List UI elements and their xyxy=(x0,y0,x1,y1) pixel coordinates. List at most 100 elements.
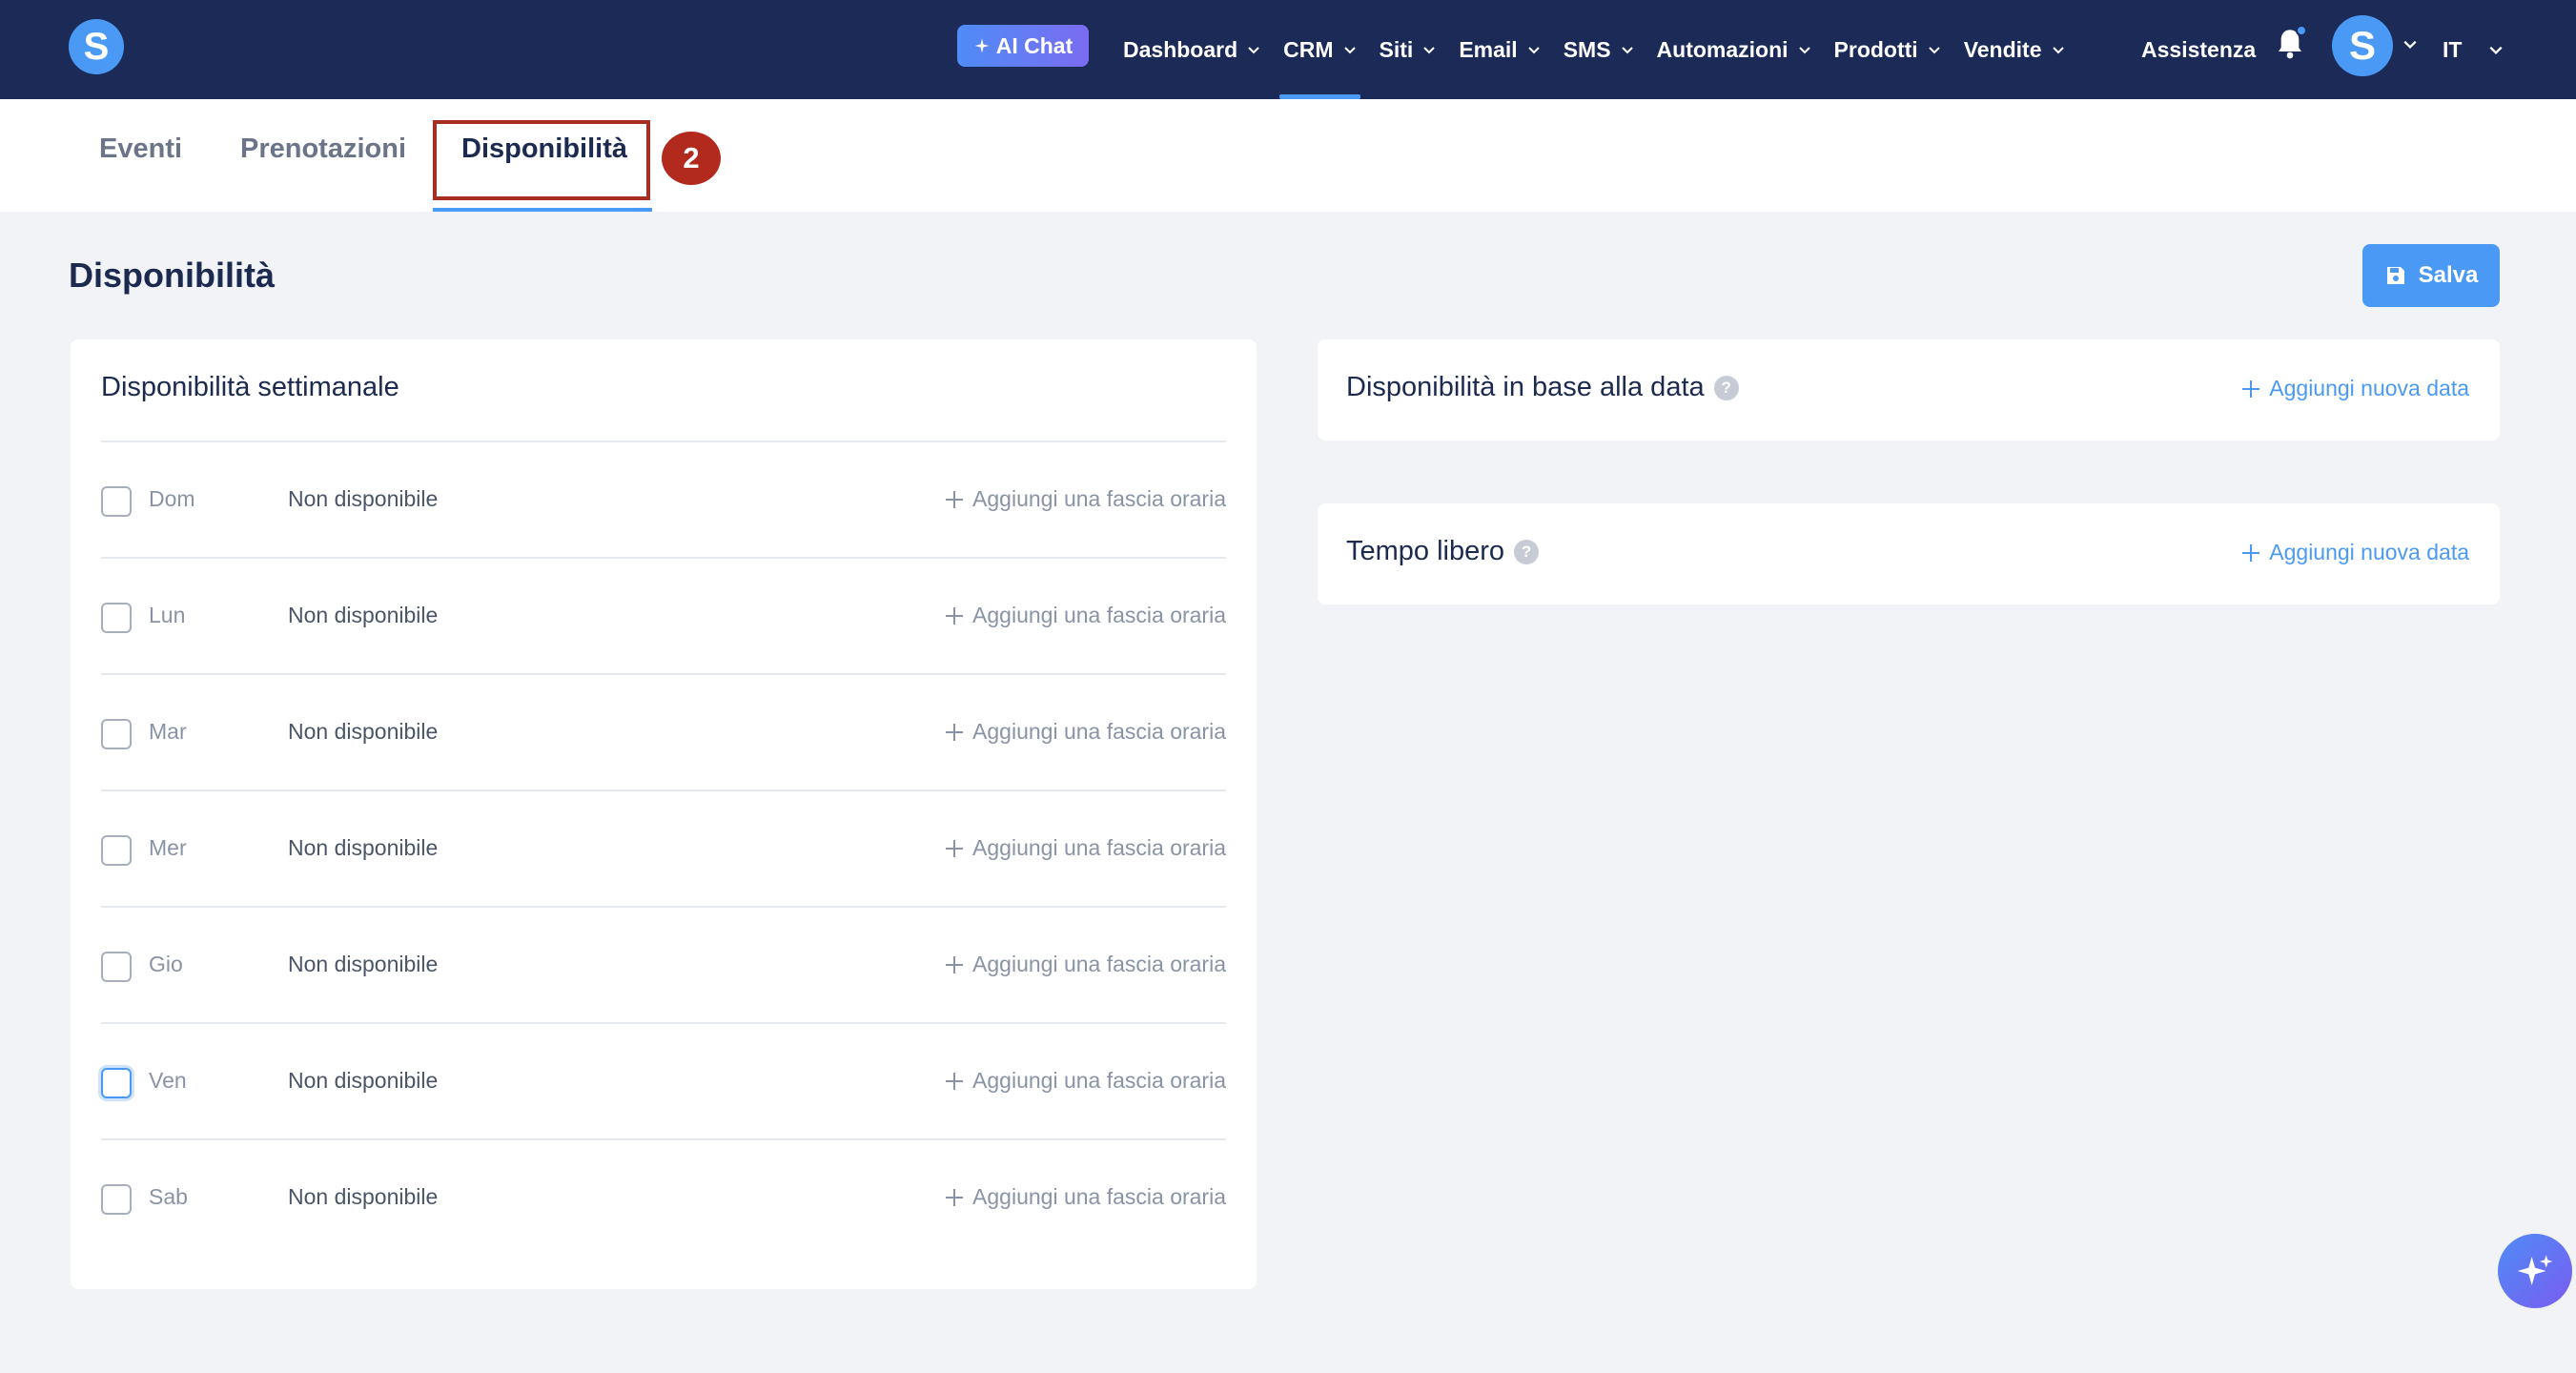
day-checkbox[interactable] xyxy=(101,719,132,749)
chevron-down-icon xyxy=(1423,47,1436,54)
nav-sms[interactable]: SMS xyxy=(1552,0,1646,99)
help-icon[interactable]: ? xyxy=(1514,539,1540,564)
day-name: Sab xyxy=(149,1184,188,1209)
nav-label: SMS xyxy=(1563,36,1611,62)
add-time-slot-button[interactable]: Aggiungi una fascia oraria xyxy=(944,1184,1226,1210)
add-time-slot-label: Aggiungi una fascia oraria xyxy=(972,835,1226,860)
add-time-slot-button[interactable]: Aggiungi una fascia oraria xyxy=(944,1068,1226,1094)
logo[interactable]: S xyxy=(69,19,124,74)
day-checkbox[interactable] xyxy=(101,1068,132,1098)
chevron-down-icon xyxy=(1928,47,1940,54)
nav-vendite[interactable]: Vendite xyxy=(1952,0,2076,99)
day-checkbox[interactable] xyxy=(101,952,132,982)
date-availability-title-row: Disponibilità in base alla data ? xyxy=(1346,372,1739,403)
nav-label: CRM xyxy=(1283,36,1334,62)
add-new-date-button[interactable]: Aggiungi nuova data xyxy=(2240,376,2469,401)
language-selector[interactable]: IT xyxy=(2443,0,2504,99)
day-row: Sab Non disponibile Aggiungi una fascia … xyxy=(101,1140,1226,1257)
add-time-slot-button[interactable]: Aggiungi una fascia oraria xyxy=(944,835,1226,861)
sparkle-icon xyxy=(2517,1255,2553,1285)
day-row: Mar Non disponibile Aggiungi una fascia … xyxy=(101,675,1226,791)
day-row: Dom Non disponibile Aggiungi una fascia … xyxy=(101,442,1226,559)
nav-label: Siti xyxy=(1379,36,1414,62)
nav-prodotti[interactable]: Prodotti xyxy=(1823,0,1952,99)
day-checkbox[interactable] xyxy=(101,486,132,517)
step-badge: 2 xyxy=(662,132,721,185)
nav-label: Dashboard xyxy=(1123,36,1238,62)
nav-label: Automazioni xyxy=(1656,36,1789,62)
plus-icon xyxy=(946,1072,964,1090)
day-name: Dom xyxy=(149,486,195,511)
language-label: IT xyxy=(2443,36,2463,62)
tab-eventi[interactable]: Eventi xyxy=(99,133,182,165)
day-status: Non disponibile xyxy=(288,1068,439,1093)
day-checkbox[interactable] xyxy=(101,603,132,633)
add-time-slot-label: Aggiungi una fascia oraria xyxy=(972,719,1226,744)
add-new-date-label: Aggiungi nuova data xyxy=(2269,540,2469,564)
day-status: Non disponibile xyxy=(288,1184,439,1209)
add-time-slot-button[interactable]: Aggiungi una fascia oraria xyxy=(944,603,1226,628)
nav-label: Email xyxy=(1459,36,1518,62)
add-time-slot-button[interactable]: Aggiungi una fascia oraria xyxy=(944,952,1226,977)
day-status: Non disponibile xyxy=(288,603,439,627)
chevron-down-icon[interactable] xyxy=(2402,36,2418,51)
sparkle-icon xyxy=(974,38,990,53)
date-availability-title: Disponibilità in base alla data xyxy=(1346,372,1705,402)
add-time-slot-label: Aggiungi una fascia oraria xyxy=(972,1184,1226,1209)
day-checkbox[interactable] xyxy=(101,1184,132,1215)
day-name: Lun xyxy=(149,603,186,627)
main-menu: Dashboard CRM Siti Email SMS Automazioni… xyxy=(1112,0,2076,99)
add-time-slot-label: Aggiungi una fascia oraria xyxy=(972,1068,1226,1093)
nav-siti[interactable]: Siti xyxy=(1368,0,1448,99)
day-row: Lun Non disponibile Aggiungi una fascia … xyxy=(101,559,1226,675)
weekly-title: Disponibilità settimanale xyxy=(101,372,399,402)
weekly-availability-card: Disponibilità settimanale Dom Non dispon… xyxy=(71,339,1257,1289)
tab-prenotazioni[interactable]: Prenotazioni xyxy=(240,133,406,165)
avatar[interactable]: S xyxy=(2332,15,2393,76)
add-time-slot-label: Aggiungi una fascia oraria xyxy=(972,486,1226,511)
free-time-card: Tempo libero ? Aggiungi nuova data xyxy=(1318,503,2500,605)
plus-icon xyxy=(2242,543,2260,562)
add-time-slot-label: Aggiungi una fascia oraria xyxy=(972,603,1226,627)
day-name: Mer xyxy=(149,835,187,860)
day-status: Non disponibile xyxy=(288,719,439,744)
save-button[interactable]: Salva xyxy=(2362,244,2500,307)
plus-icon xyxy=(946,723,964,741)
day-status: Non disponibile xyxy=(288,835,439,860)
day-name: Gio xyxy=(149,952,183,976)
save-label: Salva xyxy=(2418,262,2479,288)
active-tab-indicator xyxy=(433,208,652,212)
plus-icon xyxy=(2242,379,2260,398)
plus-icon xyxy=(946,1188,964,1206)
free-time-title-row: Tempo libero ? xyxy=(1346,536,1540,567)
day-checkbox[interactable] xyxy=(101,835,132,866)
nav-label: Vendite xyxy=(1963,36,2042,62)
nav-dashboard[interactable]: Dashboard xyxy=(1112,0,1272,99)
chevron-down-icon xyxy=(1527,47,1540,54)
ai-chat-label: AI Chat xyxy=(995,32,1073,58)
chevron-down-icon xyxy=(1798,47,1810,54)
add-time-slot-button[interactable]: Aggiungi una fascia oraria xyxy=(944,486,1226,512)
plus-icon xyxy=(946,606,964,625)
day-status: Non disponibile xyxy=(288,952,439,976)
add-new-date-button[interactable]: Aggiungi nuova data xyxy=(2240,540,2469,565)
add-time-slot-button[interactable]: Aggiungi una fascia oraria xyxy=(944,719,1226,745)
ai-assistant-button[interactable] xyxy=(2498,1234,2572,1308)
day-row: Ven Non disponibile Aggiungi una fascia … xyxy=(101,1024,1226,1140)
nav-automazioni[interactable]: Automazioni xyxy=(1646,0,1823,99)
ai-chat-button[interactable]: AI Chat xyxy=(957,25,1089,67)
day-name: Mar xyxy=(149,719,187,744)
nav-crm[interactable]: CRM xyxy=(1272,0,1367,99)
nav-email[interactable]: Email xyxy=(1447,0,1551,99)
assistance-label: Assistenza xyxy=(2141,36,2257,62)
help-icon[interactable]: ? xyxy=(1713,375,1739,400)
nav-label: Prodotti xyxy=(1833,36,1918,62)
top-navbar: S AI Chat Dashboard CRM Siti Email SMS A… xyxy=(0,0,2576,99)
tab-highlight-box xyxy=(433,120,650,200)
sub-tabs: Eventi Prenotazioni Disponibilità 2 xyxy=(0,99,2576,212)
day-row: Gio Non disponibile Aggiungi una fascia … xyxy=(101,908,1226,1024)
floppy-disk-icon xyxy=(2386,267,2404,284)
chevron-down-icon xyxy=(2489,46,2503,55)
add-time-slot-label: Aggiungi una fascia oraria xyxy=(972,952,1226,976)
assistance-link[interactable]: Assistenza xyxy=(2141,0,2256,99)
